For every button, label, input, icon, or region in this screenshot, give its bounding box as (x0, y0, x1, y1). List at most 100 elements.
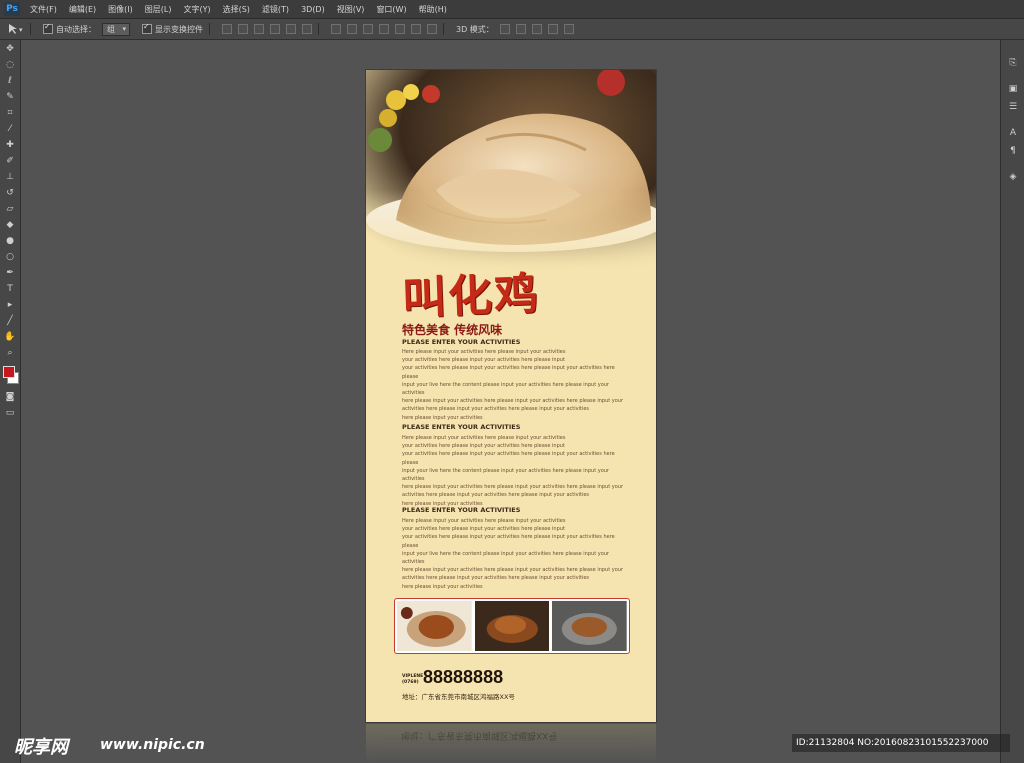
healing-icon[interactable]: ✚ (3, 138, 17, 152)
eyedropper-icon[interactable]: ⁄ (3, 122, 17, 136)
distribute-vcenter-icon[interactable] (347, 24, 357, 34)
body-line: your activities here please input your a… (402, 357, 565, 364)
type-icon[interactable]: T (3, 282, 17, 296)
paragraph-icon[interactable]: ¶ (1006, 144, 1020, 158)
poster-subtitle: 特色美食 传统风味 (402, 323, 503, 337)
3d-mode-label: 3D 模式： (456, 24, 494, 34)
menu-3d[interactable]: 3D(D) (295, 5, 331, 14)
body-line: activities here please input your activi… (402, 492, 590, 499)
tools-panel: ✥ ◌ ℓ ✎ ⌗ ⁄ ✚ ✐ ⊥ ↺ ▱ ◆ ● ○ ✒ T ▸ ╱ ✋ ⌕ … (0, 40, 21, 763)
align-hcenter-icon[interactable] (286, 24, 296, 34)
screen-mode-icon[interactable]: ▭ (3, 406, 17, 420)
3d-slide-icon[interactable] (547, 24, 558, 34)
menu-file[interactable]: 文件(F) (24, 4, 63, 15)
3d-pan-icon[interactable] (531, 24, 542, 34)
character-icon[interactable]: A (1006, 126, 1020, 140)
menu-help[interactable]: 帮助(H) (413, 4, 453, 15)
menu-image[interactable]: 图像(I) (102, 4, 139, 15)
path-select-icon[interactable]: ▸ (3, 298, 17, 312)
lasso-icon[interactable]: ℓ (3, 74, 17, 88)
brush-icon[interactable]: ✐ (3, 154, 17, 168)
blur-icon[interactable]: ● (3, 234, 17, 248)
properties-icon[interactable]: ☰ (1006, 100, 1020, 114)
align-bottom-icon[interactable] (254, 24, 264, 34)
line-icon[interactable]: ╱ (3, 314, 17, 328)
body-line: input your live here the content please … (402, 381, 609, 397)
vip-label: VIPLENE (0769) (402, 674, 423, 686)
pen-icon[interactable]: ✒ (3, 266, 17, 280)
menu-select[interactable]: 选择(S) (217, 4, 256, 15)
align-vcenter-icon[interactable] (238, 24, 248, 34)
svg-text:▾: ▾ (19, 26, 23, 34)
align-left-icon[interactable] (270, 24, 280, 34)
eraser-icon[interactable]: ▱ (3, 202, 17, 216)
section-heading: PLEASE ENTER YOUR ACTIVITIES (402, 423, 521, 431)
history-icon[interactable]: ⎘ (1006, 56, 1020, 70)
body-line: here please input your activities (402, 583, 483, 590)
move-tool-preset[interactable]: ▾ (6, 23, 24, 35)
adjustments-icon[interactable]: ▣ (1006, 82, 1020, 96)
body-line: your activities here please input your a… (402, 443, 565, 450)
foreground-color-swatch[interactable] (3, 366, 15, 378)
body-line: here please input your activities here p… (402, 484, 624, 491)
quick-select-icon[interactable]: ✎ (3, 90, 17, 104)
divider (318, 23, 319, 35)
distribute-bottom-icon[interactable] (363, 24, 373, 34)
auto-select-dropdown[interactable]: 组 (102, 22, 130, 36)
paint-bucket-icon[interactable]: ◆ (3, 218, 17, 232)
3d-roll-icon[interactable] (515, 24, 526, 34)
3d-icon[interactable]: ◈ (1006, 170, 1020, 184)
body-line: input your live here the content please … (402, 550, 609, 566)
auto-select-checkbox[interactable] (43, 22, 53, 34)
distribute-left-icon[interactable] (379, 24, 389, 34)
auto-select-option[interactable]: 自动选择： (43, 22, 96, 35)
menu-layer[interactable]: 图层(L) (139, 4, 178, 15)
quick-mask-icon[interactable]: ◙ (3, 390, 17, 404)
move-icon[interactable]: ✥ (3, 42, 17, 56)
hand-icon[interactable]: ✋ (3, 330, 17, 344)
body-line: your activities here please input your a… (402, 526, 565, 533)
chicken-hero-image (366, 70, 656, 270)
dodge-icon[interactable]: ○ (3, 250, 17, 264)
show-transform-checkbox[interactable] (142, 22, 152, 34)
distribute-top-icon[interactable] (331, 24, 341, 34)
menu-edit[interactable]: 编辑(E) (63, 4, 102, 15)
color-swatches[interactable] (0, 362, 20, 388)
canvas-area[interactable]: 叫化鸡 特色美食 传统风味 PLEASE ENTER YOUR ACTIVITI… (21, 40, 1000, 763)
options-bar: ▾ 自动选择： 组 显示变换控件 3D 模式： (0, 19, 1024, 40)
watermark-logo: 昵享网 (14, 737, 68, 758)
body-line: your activities here please input your a… (402, 534, 615, 549)
photoshop-logo-icon: Ps (4, 2, 20, 16)
menu-window[interactable]: 窗口(W) (370, 4, 412, 15)
poster-title: 叫化鸡 (401, 268, 542, 325)
reflection-text: 地址：广东省东莞市南城区鸿福路XX号 (401, 730, 558, 740)
distribute-hcenter-icon[interactable] (395, 24, 405, 34)
body-line: here please input your activities (402, 414, 483, 421)
menu-filter[interactable]: 滤镜(T) (256, 4, 295, 15)
distribute-right-icon[interactable] (411, 24, 421, 34)
marquee-icon[interactable]: ◌ (3, 58, 17, 72)
move-icon: ▾ (9, 24, 23, 34)
address-text: 地址：广东省东莞市南城区鸿福路XX号 (402, 693, 515, 701)
section-heading: PLEASE ENTER YOUR ACTIVITIES (402, 338, 521, 346)
auto-select-dropdown-wrap: 组 (102, 22, 130, 36)
auto-align-icon[interactable] (427, 24, 437, 34)
body-line: activities here please input your activi… (402, 406, 590, 413)
align-right-icon[interactable] (302, 24, 312, 34)
zoom-icon[interactable]: ⌕ (3, 346, 17, 360)
divider (443, 23, 444, 35)
vip-phone-number: 88888888 (423, 667, 504, 687)
section-heading: PLEASE ENTER YOUR ACTIVITIES (402, 506, 521, 514)
menu-type[interactable]: 文字(Y) (177, 4, 216, 15)
document-canvas[interactable]: 叫化鸡 特色美食 传统风味 PLEASE ENTER YOUR ACTIVITI… (366, 70, 656, 722)
align-top-icon[interactable] (222, 24, 232, 34)
body-line: here please input your activities here p… (402, 567, 624, 574)
3d-rotate-icon[interactable] (499, 24, 510, 34)
crop-icon[interactable]: ⌗ (3, 106, 17, 120)
menu-bar: Ps 文件(F) 编辑(E) 图像(I) 图层(L) 文字(Y) 选择(S) 滤… (0, 0, 1024, 19)
history-brush-icon[interactable]: ↺ (3, 186, 17, 200)
3d-scale-icon[interactable] (563, 24, 574, 34)
stamp-icon[interactable]: ⊥ (3, 170, 17, 184)
menu-view[interactable]: 视图(V) (331, 4, 371, 15)
show-transform-option[interactable]: 显示变换控件 (142, 22, 203, 35)
